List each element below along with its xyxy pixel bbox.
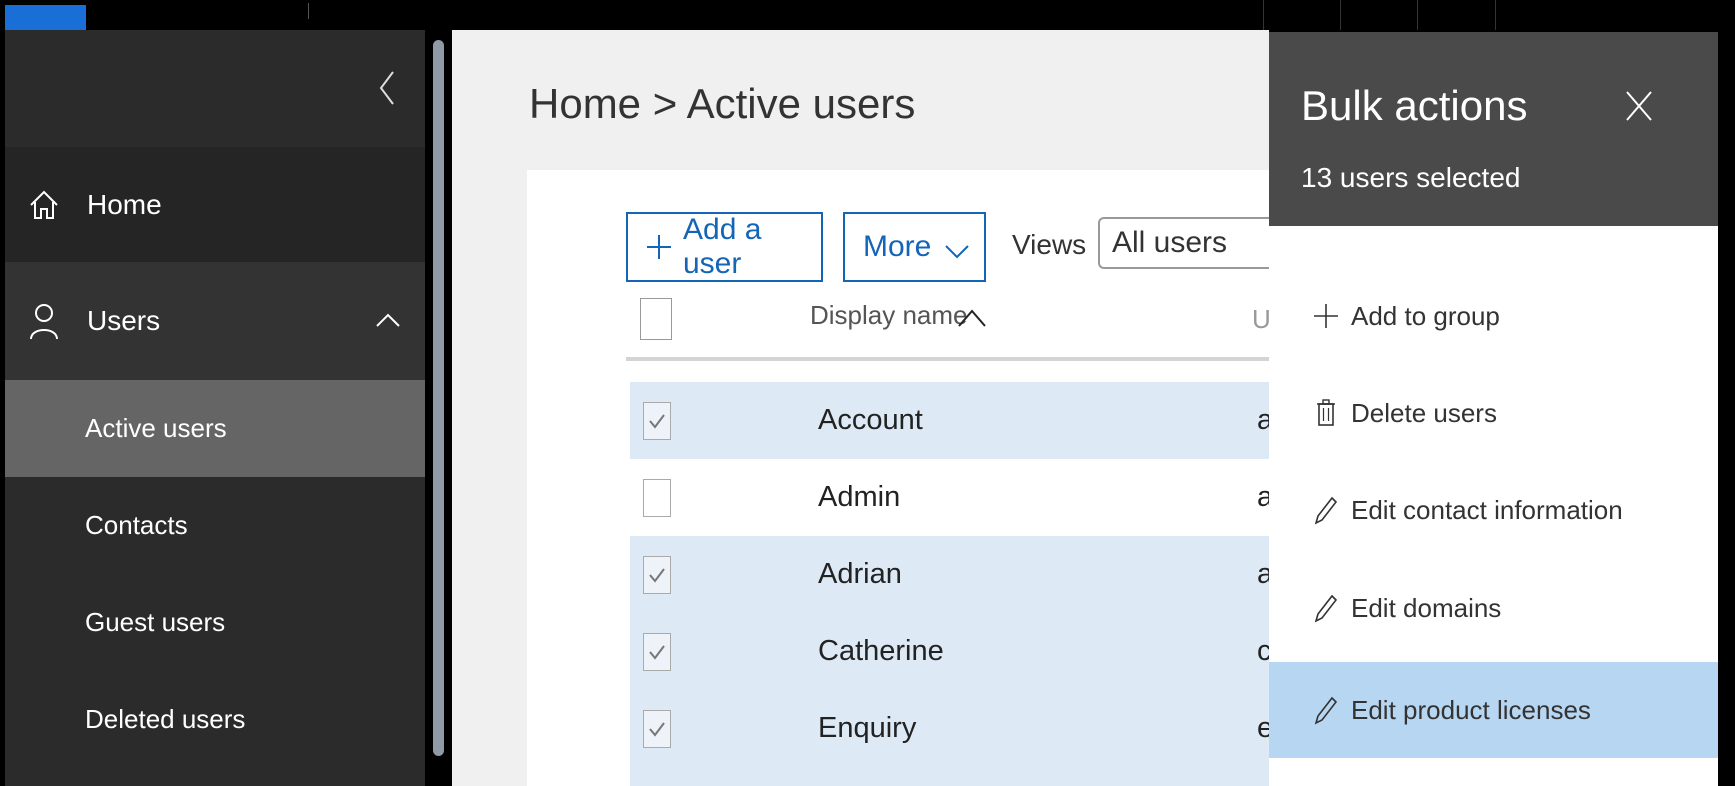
delete-users-button[interactable]: Delete users xyxy=(1269,365,1718,461)
title-bar xyxy=(0,0,1735,30)
nav-users[interactable]: Users xyxy=(5,262,425,380)
views-label: Views xyxy=(1012,229,1087,260)
row-display-name[interactable]: Adrian xyxy=(818,558,902,591)
chevron-up-icon[interactable] xyxy=(373,306,403,336)
pencil-icon xyxy=(1314,696,1338,725)
trash-icon xyxy=(1317,399,1335,426)
plus-icon xyxy=(647,235,671,259)
column-header-username[interactable]: U xyxy=(1252,304,1271,335)
row-display-name[interactable]: Admin xyxy=(818,481,900,514)
divider xyxy=(1263,0,1264,30)
checkmark-icon xyxy=(649,414,665,429)
action-label: Edit product licenses xyxy=(1351,694,1591,725)
row-checkbox[interactable] xyxy=(643,633,671,671)
divider xyxy=(1340,0,1341,30)
row-checkbox[interactable] xyxy=(643,402,671,440)
chevron-down-icon xyxy=(945,245,969,259)
sidebar-item-label: Contacts xyxy=(85,510,188,540)
select-all-checkbox[interactable] xyxy=(640,298,672,340)
more-label: More xyxy=(863,230,932,263)
views-dropdown[interactable]: All users xyxy=(1098,217,1273,269)
checkmark-icon xyxy=(649,568,665,583)
row-display-name[interactable]: Account xyxy=(818,404,923,437)
action-label: Edit domains xyxy=(1351,592,1502,623)
bulk-actions-header: Bulk actions 13 users selected xyxy=(1269,32,1718,226)
table-row[interactable]: Admin a xyxy=(630,459,1273,536)
divider xyxy=(1417,0,1418,30)
column-header-display-name[interactable]: Display name xyxy=(810,300,968,331)
divider xyxy=(308,3,309,19)
main-content: Home > Active users Add a user More View… xyxy=(452,30,1273,786)
checkmark-icon xyxy=(649,722,665,737)
users-panel: Add a user More Views All users Display … xyxy=(527,170,1273,786)
bulk-actions-title: Bulk actions xyxy=(1301,82,1528,129)
sidebar-item-contacts[interactable]: Contacts xyxy=(5,477,425,574)
edit-product-licenses-button[interactable]: Edit product licenses xyxy=(1269,662,1718,758)
sidebar-item-label: Guest users xyxy=(85,607,226,637)
sidebar-scrollbar[interactable] xyxy=(433,40,444,756)
table-row[interactable] xyxy=(630,767,1269,786)
collapse-nav-icon[interactable] xyxy=(373,66,403,110)
row-checkbox[interactable] xyxy=(643,710,671,748)
row-checkbox[interactable] xyxy=(643,479,671,517)
breadcrumb: Home > Active users xyxy=(529,80,916,127)
close-icon[interactable] xyxy=(1624,87,1654,125)
table-row[interactable]: Adrian a xyxy=(630,536,1273,613)
selected-count: 13 users selected xyxy=(1301,162,1521,193)
sidebar-item-guest-users[interactable]: Guest users xyxy=(5,574,425,671)
bulk-actions-panel: Bulk actions 13 users selected Add to gr… xyxy=(1269,32,1718,786)
pencil-icon xyxy=(1314,496,1338,525)
add-to-group-button[interactable]: Add to group xyxy=(1269,268,1718,364)
pencil-icon xyxy=(1314,594,1338,623)
divider xyxy=(1495,0,1496,30)
sort-ascending-icon[interactable] xyxy=(957,306,987,328)
add-user-label: Add a user xyxy=(683,213,762,280)
more-button[interactable]: More xyxy=(843,212,986,282)
row-checkbox[interactable] xyxy=(643,556,671,594)
sidebar-item-active-users[interactable]: Active users xyxy=(5,380,425,477)
table-row[interactable]: Account a xyxy=(630,382,1273,459)
action-label: Add to group xyxy=(1351,300,1500,331)
home-icon xyxy=(30,190,58,219)
sidebar-item-deleted-users[interactable]: Deleted users xyxy=(5,671,425,768)
row-display-name[interactable]: Enquiry xyxy=(818,712,916,745)
action-label: Delete users xyxy=(1351,397,1497,428)
sidebar-item-label: Deleted users xyxy=(85,704,246,734)
nav-users-label: Users xyxy=(87,305,161,336)
window-edge xyxy=(1718,30,1735,786)
action-label: Edit contact information xyxy=(1351,494,1623,525)
edit-contact-information-button[interactable]: Edit contact information xyxy=(1269,462,1718,558)
app-tab[interactable] xyxy=(5,5,86,30)
nav-home[interactable]: Home xyxy=(5,147,425,262)
sidebar-item-label: Active users xyxy=(85,413,227,443)
divider xyxy=(626,357,1269,361)
table-row[interactable]: Enquiry e xyxy=(630,690,1273,767)
sidebar: Home Users Active users Contacts Guest u… xyxy=(5,30,425,786)
edit-domains-button[interactable]: Edit domains xyxy=(1269,560,1718,656)
table-row[interactable]: Catherine c xyxy=(630,613,1272,690)
checkmark-icon xyxy=(649,645,665,660)
nav-home-label: Home xyxy=(87,188,162,220)
person-icon xyxy=(30,304,58,340)
add-user-button[interactable]: Add a user xyxy=(626,212,823,282)
row-display-name[interactable]: Catherine xyxy=(818,635,944,668)
plus-icon xyxy=(1314,304,1338,328)
